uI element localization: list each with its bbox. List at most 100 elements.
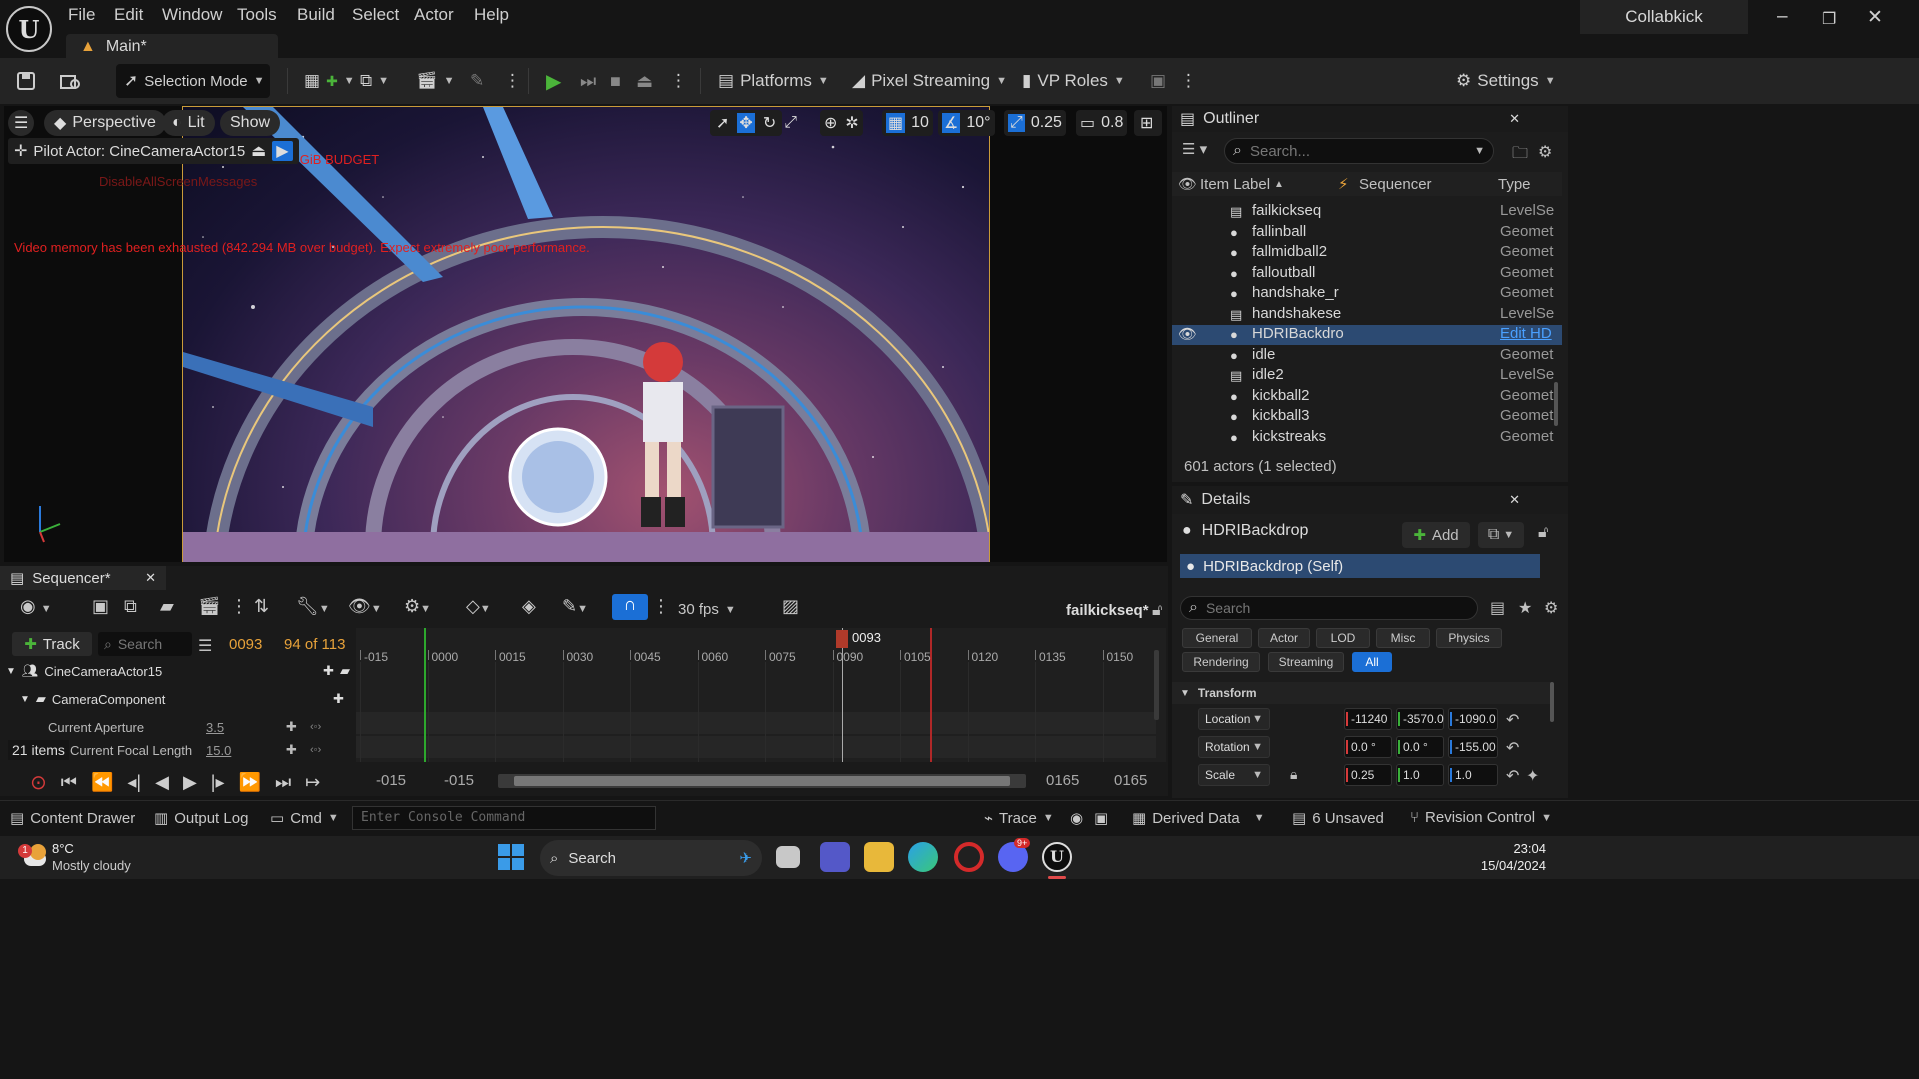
location-y-field[interactable]: -3570.0 <box>1396 708 1444 730</box>
trace-dropdown[interactable]: ⌁ Trace ▼ <box>984 809 1054 828</box>
menu-tools[interactable]: Tools <box>237 5 277 25</box>
grid-snap[interactable]: ▦ 10 <box>882 110 933 136</box>
close-tab-icon[interactable]: ✕ <box>1509 492 1520 508</box>
content-drawer-button[interactable]: ▤ Content Drawer <box>10 809 135 828</box>
snap-magnet-icon[interactable]: ∩ <box>612 594 648 620</box>
wrench-icon[interactable]: 🔧︎▼ <box>296 596 330 617</box>
save-sequence-icon[interactable]: ▣ <box>92 596 109 617</box>
derived-data-dropdown[interactable]: ▦ Derived Data ▼ <box>1132 809 1265 828</box>
weather-icon[interactable]: 1 <box>18 844 46 870</box>
filter-rendering[interactable]: Rendering <box>1182 652 1260 672</box>
blueprint-options-button[interactable]: ⧉ ▼ <box>1478 522 1524 548</box>
find-in-browser-icon[interactable]: ⧉ <box>124 596 137 617</box>
eye-icon[interactable]: 👁︎▼ <box>348 596 382 617</box>
outliner-row-type[interactable]: Edit HD <box>1500 325 1552 342</box>
rotation-y-field[interactable]: 0.0 ° <box>1396 736 1444 758</box>
level-tab[interactable]: ▲ Main* <box>66 34 278 60</box>
selection-mode-dropdown[interactable]: ➚ Selection Mode ▼ <box>116 64 270 98</box>
rotation-mode-dropdown[interactable]: Rotation ▼ <box>1198 736 1270 758</box>
source-control-icon[interactable]: ▣ <box>1150 66 1166 96</box>
outliner-row[interactable]: ● idle Geomet <box>1172 346 1562 366</box>
play-icon[interactable]: ▶ <box>183 772 197 793</box>
working-range-end[interactable]: 0165 <box>1046 772 1079 789</box>
scale-y-field[interactable]: 1.0 <box>1396 764 1444 786</box>
plus-icon[interactable]: ✚ <box>286 742 297 758</box>
layout-icon[interactable]: ⊞ <box>1134 110 1162 136</box>
step-forward-icon[interactable]: |▸ <box>211 772 225 793</box>
range-scrollbar[interactable] <box>498 774 1026 788</box>
record-trace-icon[interactable]: ◉ <box>1070 809 1083 827</box>
restore-icon[interactable]: ❐ <box>1822 9 1836 29</box>
aperture-value[interactable]: 3.5 <box>206 720 224 735</box>
camera-speed[interactable]: ▭ 0.8 <box>1076 110 1128 136</box>
filter-icon[interactable]: ☰ ▾ <box>1182 140 1207 158</box>
taskbar-search[interactable]: ⌕ Search ✈ <box>540 840 762 876</box>
col-item-label[interactable]: Item Label <box>1200 176 1270 193</box>
record-icon[interactable]: ⊙ <box>30 770 47 795</box>
key-nav-icon[interactable]: ‹◦› <box>310 744 321 756</box>
edge-icon[interactable] <box>908 842 938 872</box>
cmd-dropdown[interactable]: ▭ Cmd ▼ <box>270 809 339 828</box>
outliner-row[interactable]: ● kickstreaks Geomet <box>1172 428 1562 448</box>
opera-icon[interactable] <box>954 842 984 872</box>
reset-icon[interactable]: ↶ <box>1506 738 1519 758</box>
rotation-x-field[interactable]: 0.0 ° <box>1344 736 1392 758</box>
cinematics-button[interactable]: 🎬︎ ▼ <box>416 66 454 96</box>
task-view-icon[interactable] <box>776 846 800 868</box>
outliner-search-input[interactable]: ⌕ Search... ▼ <box>1224 138 1494 164</box>
play-options-icon[interactable]: ⋮ <box>670 66 687 96</box>
star-icon[interactable]: ★ <box>1518 598 1532 618</box>
scale-mode-dropdown[interactable]: Scale ▼ <box>1198 764 1270 786</box>
lock-icon[interactable]: 🔒︎ <box>1290 766 1297 783</box>
filter-actor[interactable]: Actor <box>1258 628 1310 648</box>
sequencer-tab[interactable]: ▤ Sequencer* ✕ <box>0 566 166 590</box>
start-marker[interactable] <box>424 628 426 762</box>
console-input[interactable]: Enter Console Command <box>352 806 656 830</box>
gear-icon[interactable]: ⚙▼ <box>404 596 431 617</box>
blueprint-button[interactable]: ⧉ ▼ <box>360 66 389 96</box>
menu-actor[interactable]: Actor <box>414 5 454 25</box>
surface-snap-icon[interactable]: ✲ <box>845 113 858 133</box>
scale-snap[interactable]: ⤢ 0.25 <box>1004 110 1066 136</box>
track-aperture[interactable]: Current Aperture 3.5 ✚ ‹◦› <box>48 716 348 738</box>
end-marker[interactable] <box>930 628 932 762</box>
level-viewport[interactable]: ☰ ◆Perspective ◐Lit Show TEXTURE STREAMI… <box>4 106 1167 562</box>
go-to-start-icon[interactable]: ⏮ <box>61 772 77 793</box>
filter-lod[interactable]: LOD <box>1316 628 1370 648</box>
view-range-start[interactable]: -015 <box>376 772 406 789</box>
menu-select[interactable]: Select <box>352 5 399 25</box>
clock-date[interactable]: 15/04/2024 <box>1476 858 1546 873</box>
filter-all[interactable]: All <box>1352 652 1392 672</box>
go-to-end-icon[interactable]: ⏭ <box>275 772 291 793</box>
timeline-scrollbar[interactable] <box>1154 650 1159 720</box>
discord-icon[interactable]: 9+ <box>998 838 1031 872</box>
windows-start-icon[interactable] <box>498 844 524 870</box>
outliner-row[interactable]: ● fallinball Geomet <box>1172 223 1562 243</box>
render-movie-icon[interactable]: 🎬︎ <box>198 596 221 617</box>
track-camera-actor[interactable]: ▼ 👥︎ CineCameraActor15 ✚ ▰ <box>6 660 350 682</box>
filter-streaming[interactable]: Streaming <box>1268 652 1344 672</box>
gear-icon[interactable]: ⚙ <box>1544 598 1558 618</box>
location-mode-dropdown[interactable]: Location ▼ <box>1198 708 1270 730</box>
previous-key-icon[interactable]: ⏪ <box>91 772 113 793</box>
play-button[interactable]: ▶ <box>546 66 561 96</box>
range-scrollbar-thumb[interactable] <box>514 776 1010 786</box>
angle-snap[interactable]: ∡ 10° <box>938 110 995 136</box>
menu-help[interactable]: Help <box>474 5 509 25</box>
browse-icon[interactable] <box>60 66 82 96</box>
scale-x-field[interactable]: 0.25 <box>1344 764 1392 786</box>
minimize-icon[interactable]: – <box>1777 6 1788 28</box>
unsaved-button[interactable]: ▤ 6 Unsaved <box>1292 809 1384 828</box>
unreal-taskbar-icon[interactable]: U <box>1042 842 1072 872</box>
more-options-icon[interactable]: ⋮ <box>652 596 670 617</box>
col-type[interactable]: Type <box>1498 176 1531 193</box>
close-tab-icon[interactable]: ✕ <box>145 570 156 586</box>
lock-icon[interactable]: 🔓︎ <box>1152 602 1162 620</box>
timeline-area[interactable] <box>356 628 1166 762</box>
curve-editor-icon[interactable]: ▨ <box>782 596 799 617</box>
menu-file[interactable]: File <box>68 5 95 25</box>
pen-icon[interactable]: ✎▼ <box>562 596 588 617</box>
eject-pilot-icon[interactable]: ⏏ <box>251 141 266 161</box>
platforms-dropdown[interactable]: ▤ Platforms ▼ <box>718 66 829 96</box>
rotation-z-field[interactable]: -155.00 <box>1448 736 1498 758</box>
